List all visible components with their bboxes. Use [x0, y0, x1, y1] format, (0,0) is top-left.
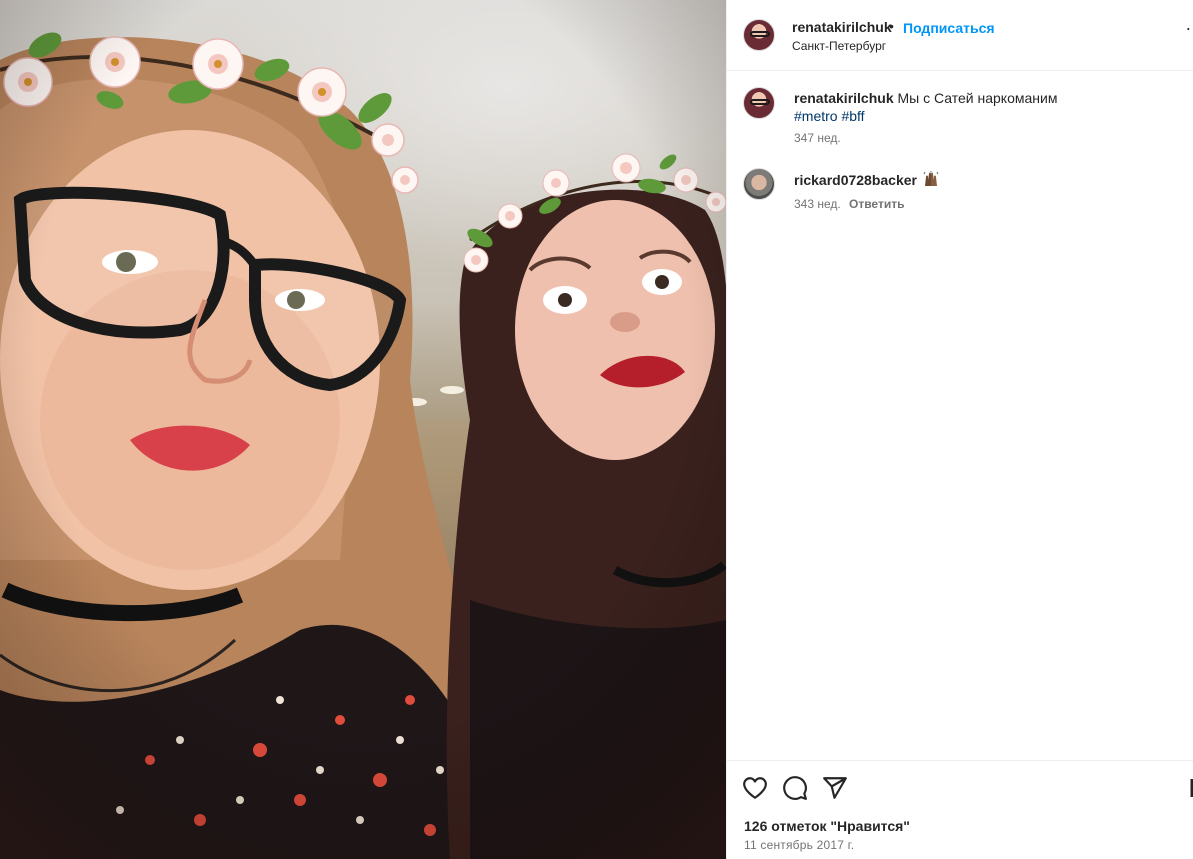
caption-time[interactable]: 347 нед. — [794, 131, 841, 145]
photo-illustration — [0, 0, 726, 859]
more-options-icon[interactable]: … — [1185, 14, 1193, 35]
post-photo[interactable] — [0, 0, 726, 859]
caption: renatakirilchuk Мы с Сатей наркоманим #m… — [794, 89, 1174, 125]
separator-dot: • — [889, 18, 894, 34]
post-details-panel: renatakirilchuk • Подписаться Санкт-Пете… — [726, 0, 1193, 859]
reply-button[interactable]: Ответить — [849, 197, 904, 211]
likes-count[interactable]: 126 отметок "Нравится" — [744, 818, 910, 834]
caption-author-avatar[interactable] — [743, 87, 775, 119]
commenter-avatar[interactable] — [743, 168, 775, 200]
comment-bubble-icon[interactable] — [782, 775, 808, 801]
post-actions: 126 отметок "Нравится" 11 сентябрь 2017 … — [727, 760, 1193, 859]
raising-hands-emoji — [923, 171, 939, 186]
post-location[interactable]: Санкт-Петербург — [792, 39, 886, 53]
comment-username[interactable]: rickard0728backer — [794, 172, 917, 188]
post-header: renatakirilchuk • Подписаться Санкт-Пете… — [727, 0, 1193, 71]
caption-text: Мы с Сатей наркоманим — [897, 90, 1058, 106]
comment-time[interactable]: 343 нед. — [794, 197, 841, 211]
hashtag-metro[interactable]: #metro — [794, 108, 838, 124]
caption-username[interactable]: renatakirilchuk — [794, 90, 894, 106]
author-username[interactable]: renatakirilchuk — [792, 19, 892, 35]
author-avatar[interactable] — [743, 19, 775, 51]
follow-button[interactable]: Подписаться — [903, 20, 995, 36]
heart-icon[interactable] — [742, 775, 768, 801]
comment: rickard0728backer — [794, 171, 939, 189]
paper-plane-icon[interactable] — [822, 775, 848, 801]
hashtag-bff[interactable]: #bff — [841, 108, 864, 124]
post-date[interactable]: 11 сентябрь 2017 г. — [744, 838, 854, 852]
